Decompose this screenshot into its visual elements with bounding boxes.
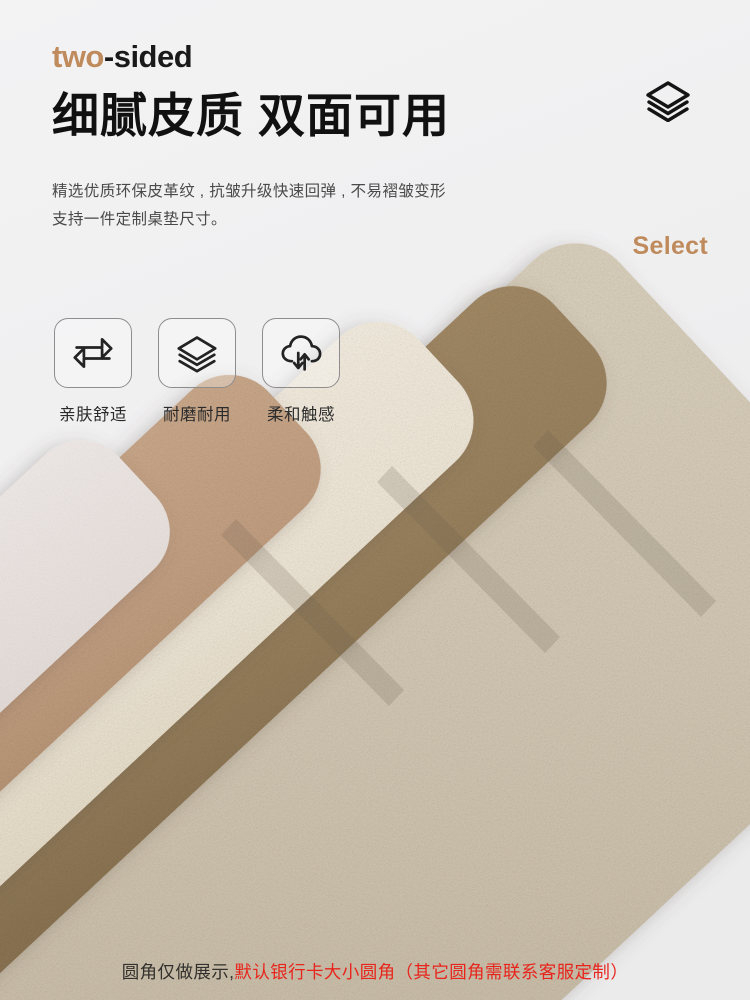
- layers-icon-glyph: [646, 81, 690, 123]
- layers-icon: [642, 78, 694, 127]
- feature-item-soft-touch[interactable]: 柔和触感: [262, 318, 340, 425]
- feature-icon-box: [262, 318, 340, 388]
- subcopy-line-1: 精选优质环保皮革纹 , 抗皱升级快速回弹 , 不易褶皱变形: [52, 182, 446, 200]
- header-copy: two-sided 细腻皮质 双面可用 精选优质环保皮革纹 , 抗皱升级快速回弹 …: [52, 39, 612, 235]
- headline-left: 细腻皮质: [52, 89, 244, 143]
- feature-item-skin-friendly[interactable]: 亲肤舒适: [54, 318, 132, 425]
- kicker: two-sided: [52, 39, 612, 74]
- feature-label: 柔和触感: [267, 406, 335, 424]
- kicker-rest: -sided: [103, 39, 193, 74]
- headline-right: 双面可用: [258, 89, 450, 143]
- subcopy: 精选优质环保皮革纹 , 抗皱升级快速回弹 , 不易褶皱变形 支持一件定制桌垫尺寸…: [52, 178, 612, 235]
- feature-item-durable[interactable]: 耐磨耐用: [158, 318, 236, 425]
- caption-red-part: 默认银行卡大小圆角（其它圆角需联系客服定制）: [234, 962, 629, 982]
- cloud-sync-icon: [281, 335, 322, 371]
- feature-icon-box: [54, 318, 132, 388]
- page-title: 细腻皮质 双面可用: [52, 88, 612, 143]
- layers-icon: [177, 336, 217, 373]
- feature-label: 亲肤舒适: [59, 406, 127, 424]
- feature-list: 亲肤舒适 耐磨耐用 柔和触感: [54, 318, 340, 425]
- select-badge: Select: [632, 232, 708, 260]
- feature-icon-box: [158, 318, 236, 388]
- subcopy-line-2: 支持一件定制桌垫尺寸。: [52, 211, 227, 229]
- product-detail-page: two-sided 细腻皮质 双面可用 精选优质环保皮革纹 , 抗皱升级快速回弹 …: [0, 0, 750, 1000]
- exchange-arrows-icon: [73, 338, 113, 368]
- disclaimer-caption: 圆角仅做展示,默认银行卡大小圆角（其它圆角需联系客服定制）: [0, 959, 750, 984]
- kicker-highlight: two: [52, 39, 104, 74]
- feature-label: 耐磨耐用: [163, 406, 231, 424]
- caption-dark-part: 圆角仅做展示,: [121, 962, 235, 982]
